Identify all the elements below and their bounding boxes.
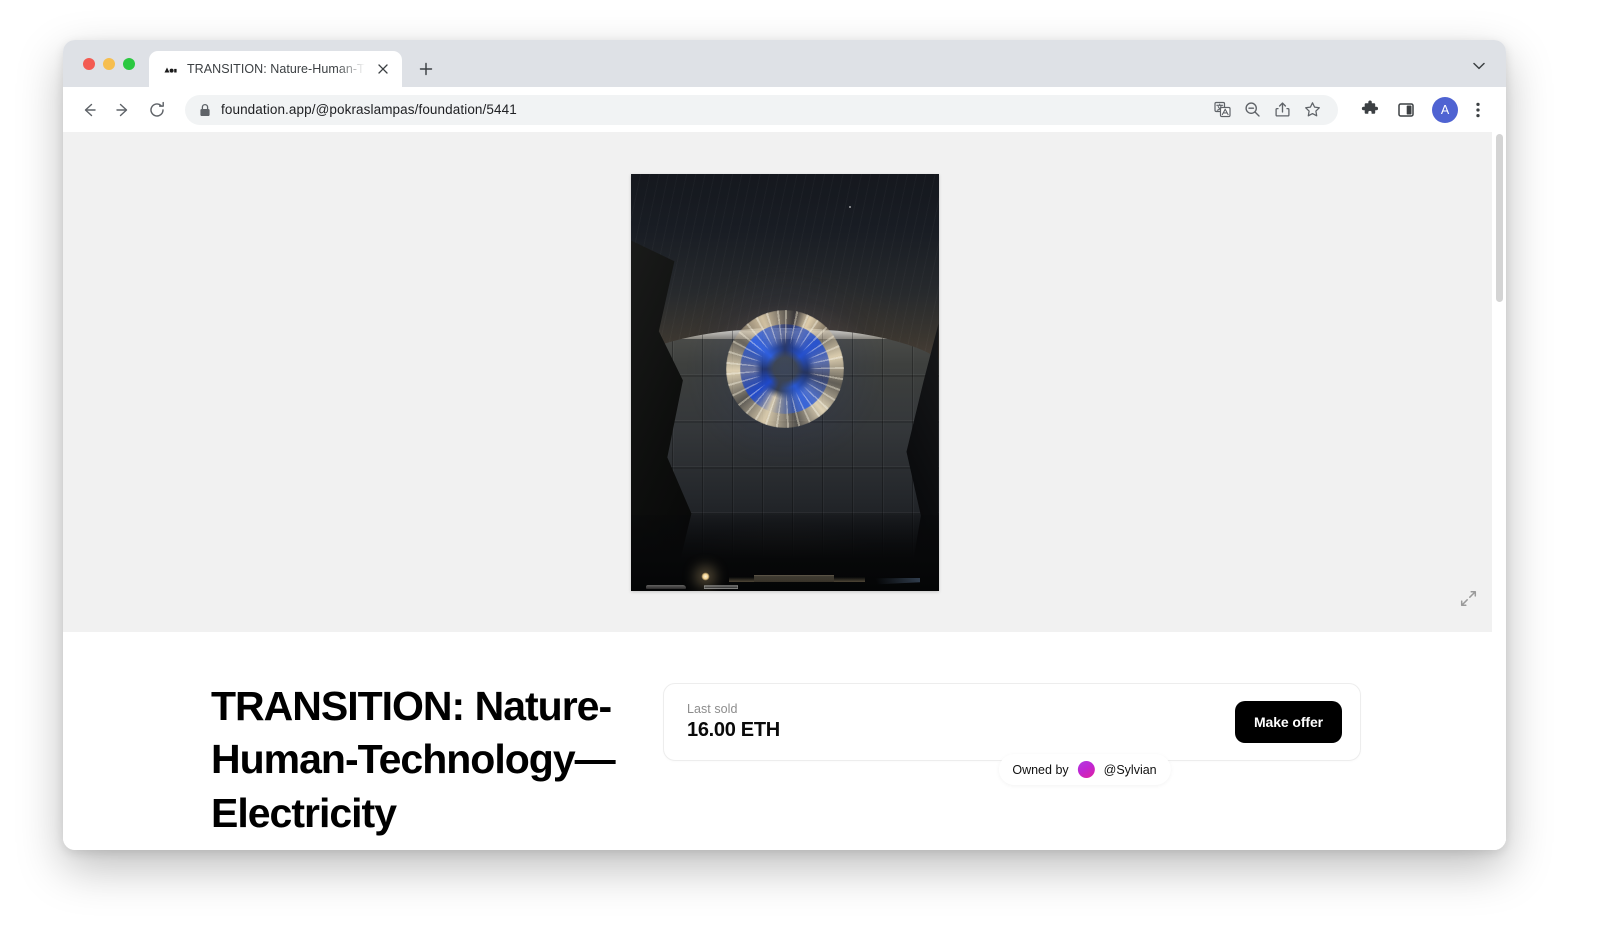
browser-tab-title: TRANSITION: Nature-Human-T bbox=[187, 62, 365, 76]
owner-handle[interactable]: @Sylvian bbox=[1104, 763, 1157, 777]
price-info: Last sold 16.00 ETH bbox=[687, 702, 780, 742]
omnibox-action-icons bbox=[1208, 96, 1326, 124]
browser-toolbar: foundation.app/@pokraslampas/foundation/… bbox=[63, 87, 1506, 132]
side-panel-icon[interactable] bbox=[1390, 94, 1422, 126]
price-card: Last sold 16.00 ETH Make offer bbox=[663, 683, 1361, 761]
price-label: Last sold bbox=[687, 702, 738, 716]
artwork-purchase-column: Last sold 16.00 ETH Make offer Owned by … bbox=[663, 680, 1506, 785]
page-title: TRANSITION: Nature-Human-Technology—Elec… bbox=[211, 683, 616, 836]
new-tab-button[interactable] bbox=[412, 55, 440, 83]
maximize-window-button[interactable] bbox=[123, 57, 135, 70]
desktop-background: TRANSITION: Nature-Human-T foundation.ap… bbox=[0, 0, 1600, 951]
zoom-out-icon[interactable] bbox=[1238, 96, 1266, 124]
artwork-details-section: TRANSITION: Nature-Human-Technology—Elec… bbox=[63, 632, 1506, 840]
owned-by-label: Owned by bbox=[1012, 762, 1069, 777]
page-viewport: TRANSITION: Nature-Human-Technology—Elec… bbox=[63, 132, 1506, 850]
owner-avatar bbox=[1077, 761, 1095, 778]
profile-avatar[interactable]: A bbox=[1432, 96, 1458, 123]
address-bar[interactable]: foundation.app/@pokraslampas/foundation/… bbox=[185, 94, 1338, 125]
artwork-title-column: TRANSITION: Nature-Human-Technology—Elec… bbox=[63, 680, 663, 840]
back-arrow-icon[interactable] bbox=[73, 94, 105, 126]
close-window-button[interactable] bbox=[83, 57, 95, 70]
extensions-puzzle-icon[interactable] bbox=[1354, 94, 1386, 126]
artwork-base-equipment bbox=[704, 585, 739, 589]
artwork-calligraphy-projection bbox=[685, 270, 884, 469]
lock-icon bbox=[199, 103, 211, 117]
artwork-image[interactable] bbox=[630, 173, 939, 591]
page-scrollbar-thumb[interactable] bbox=[1496, 134, 1503, 302]
browser-window: TRANSITION: Nature-Human-T foundation.ap… bbox=[63, 40, 1506, 850]
share-icon[interactable] bbox=[1268, 96, 1296, 124]
artwork-calligraphy-strokes bbox=[725, 310, 844, 429]
chevron-down-icon[interactable] bbox=[1466, 53, 1492, 79]
reload-icon[interactable] bbox=[141, 94, 173, 126]
window-traffic-lights bbox=[75, 40, 145, 87]
page-scrollbar[interactable] bbox=[1492, 132, 1506, 850]
address-bar-url: foundation.app/@pokraslampas/foundation/… bbox=[221, 102, 517, 117]
close-tab-button[interactable] bbox=[374, 60, 392, 78]
artwork-hero-stage bbox=[63, 132, 1506, 632]
minimize-window-button[interactable] bbox=[103, 57, 115, 70]
artwork-light-beam bbox=[858, 577, 921, 586]
make-offer-button[interactable]: Make offer bbox=[1234, 701, 1342, 743]
bookmark-star-icon[interactable] bbox=[1298, 96, 1326, 124]
artwork-dam-base bbox=[630, 515, 939, 591]
page-content: TRANSITION: Nature-Human-Technology—Elec… bbox=[63, 132, 1506, 850]
artwork-base-vehicle bbox=[645, 585, 686, 589]
owned-by-pill[interactable]: Owned by @Sylvian bbox=[998, 754, 1171, 785]
forward-arrow-icon[interactable] bbox=[107, 94, 139, 126]
three-dot-menu-icon[interactable] bbox=[1464, 96, 1492, 124]
foundation-logo-favicon bbox=[162, 61, 178, 77]
tab-strip: TRANSITION: Nature-Human-T bbox=[63, 40, 1506, 87]
toolbar-action-icons: A bbox=[1354, 94, 1492, 126]
expand-fullscreen-icon[interactable] bbox=[1456, 586, 1480, 610]
price-value: 16.00 ETH bbox=[687, 719, 780, 741]
browser-tab-active[interactable]: TRANSITION: Nature-Human-T bbox=[149, 51, 402, 87]
artwork-base-structure bbox=[753, 574, 834, 582]
artwork-base-lamp bbox=[701, 571, 711, 581]
translate-icon[interactable] bbox=[1208, 96, 1236, 124]
